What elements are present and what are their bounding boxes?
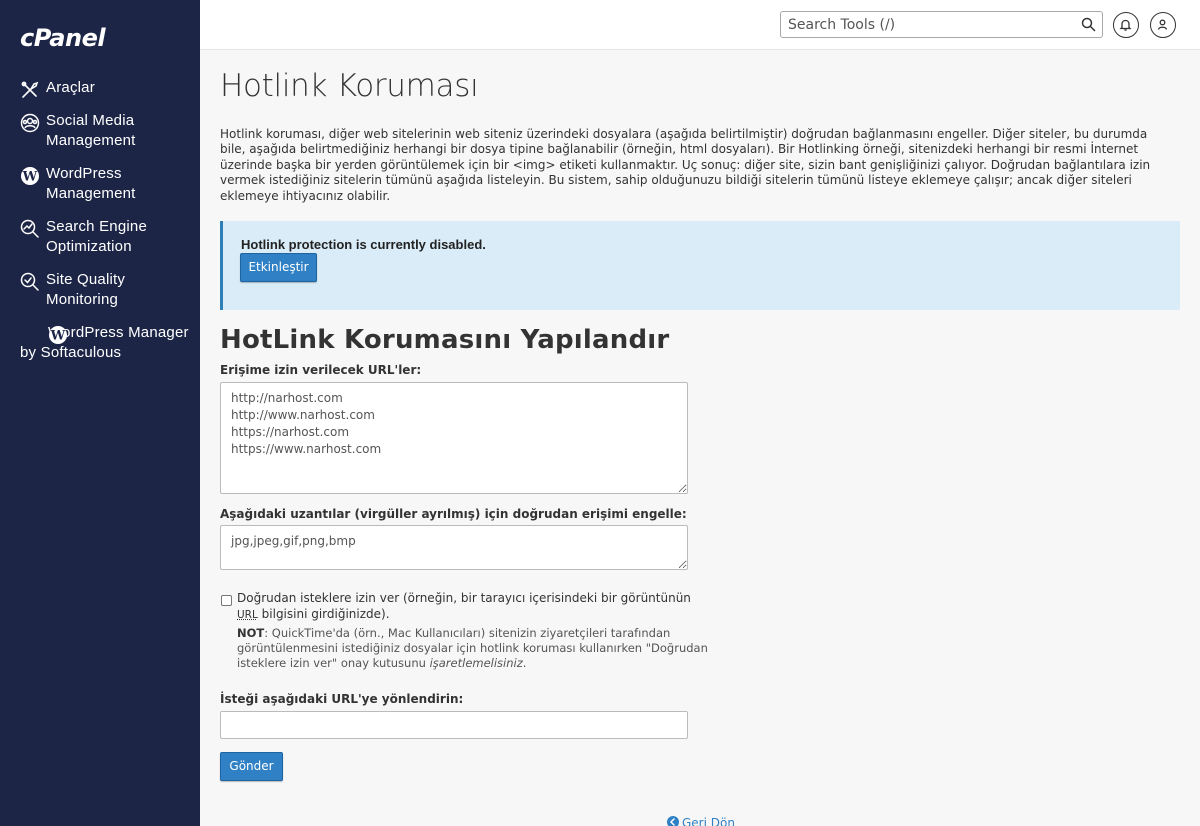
status-text: Hotlink protection is currently disabled… <box>241 237 486 252</box>
social-media-icon <box>20 113 40 133</box>
wordpress-icon: W <box>20 166 40 186</box>
user-menu-button[interactable] <box>1150 12 1176 38</box>
quicktime-note: NOT: QuickTime'da (örn., Mac Kullanıcıla… <box>237 626 717 671</box>
sidebar: cPanel Araçlar Social Media Management W… <box>0 0 200 826</box>
sidebar-item-tools[interactable]: Araçlar <box>0 78 200 98</box>
bell-icon <box>1119 18 1132 31</box>
svg-text:W: W <box>50 329 66 344</box>
sidebar-item-label: WordPress Manager by Softaculous <box>20 324 189 361</box>
allow-direct-text: Doğrudan isteklere izin ver (örneğin, bi… <box>237 591 691 605</box>
note-emphasis: işaretlemelisiniz <box>430 656 523 670</box>
seo-chart-icon <box>20 219 40 239</box>
submit-button[interactable]: Gönder <box>220 752 283 781</box>
page-title: Hotlink Koruması <box>220 68 478 104</box>
sidebar-item-wordpress-management[interactable]: W WordPress Management <box>0 164 200 204</box>
redirect-label: İsteği aşağıdaki URL'ye yönlendirin: <box>220 692 463 706</box>
allow-direct-checkbox[interactable] <box>221 595 232 606</box>
section-title: HotLink Korumasını Yapılandır <box>220 325 669 355</box>
status-alert: Hotlink protection is currently disabled… <box>220 221 1180 310</box>
extensions-label: Aşağıdaki uzantılar (virgüller ayrılmış)… <box>220 507 687 521</box>
page-description: Hotlink koruması, diğer web sitelerinin … <box>220 127 1160 204</box>
top-header <box>200 0 1200 50</box>
sidebar-item-label: Araçlar <box>46 79 95 96</box>
sidebar-item-label: Search Engine Optimization <box>46 218 147 255</box>
search-box <box>780 11 1103 38</box>
arrow-circle-left-icon <box>667 816 679 826</box>
redirect-url-input[interactable] <box>220 711 688 739</box>
note-end: . <box>523 656 527 670</box>
back-link[interactable]: Geri Dön <box>667 816 735 826</box>
sidebar-item-social-media[interactable]: Social Media Management <box>0 111 200 151</box>
allow-direct-text-end: bilgisini girdiğinizde). <box>258 607 390 621</box>
back-link-label: Geri Dön <box>682 816 735 826</box>
sidebar-item-label: WordPress Management <box>46 165 136 202</box>
url-abbr: URL <box>237 609 258 621</box>
sidebar-item-seo[interactable]: Search Engine Optimization <box>0 217 200 257</box>
tools-icon <box>20 80 40 100</box>
allowed-urls-textarea[interactable]: http://narhost.com http://www.narhost.co… <box>220 382 688 494</box>
search-icon[interactable] <box>1081 17 1096 32</box>
magnifier-check-icon <box>20 272 40 292</box>
notifications-button[interactable] <box>1113 12 1139 38</box>
svg-text:W: W <box>22 170 38 185</box>
search-input[interactable] <box>781 12 1071 37</box>
cpanel-logo[interactable]: cPanel <box>20 24 105 52</box>
sidebar-item-label: Site Quality Monitoring <box>46 271 125 308</box>
allow-direct-label[interactable]: Doğrudan isteklere izin ver (örneğin, bi… <box>237 591 697 623</box>
sidebar-item-label: Social Media Management <box>46 112 136 149</box>
extensions-textarea[interactable]: jpg,jpeg,gif,png,bmp <box>220 525 688 570</box>
allowed-urls-label: Erişime izin verilecek URL'ler: <box>220 363 421 377</box>
sidebar-nav: Araçlar Social Media Management W WordPr… <box>0 78 200 376</box>
note-prefix: NOT <box>237 626 264 640</box>
wordpress-icon: W <box>20 325 40 345</box>
sidebar-item-wordpress-manager[interactable]: W WordPress Manager by Softaculous <box>0 323 200 363</box>
user-icon <box>1156 18 1169 31</box>
enable-button[interactable]: Etkinleştir <box>240 253 317 282</box>
sidebar-item-site-quality[interactable]: Site Quality Monitoring <box>0 270 200 310</box>
